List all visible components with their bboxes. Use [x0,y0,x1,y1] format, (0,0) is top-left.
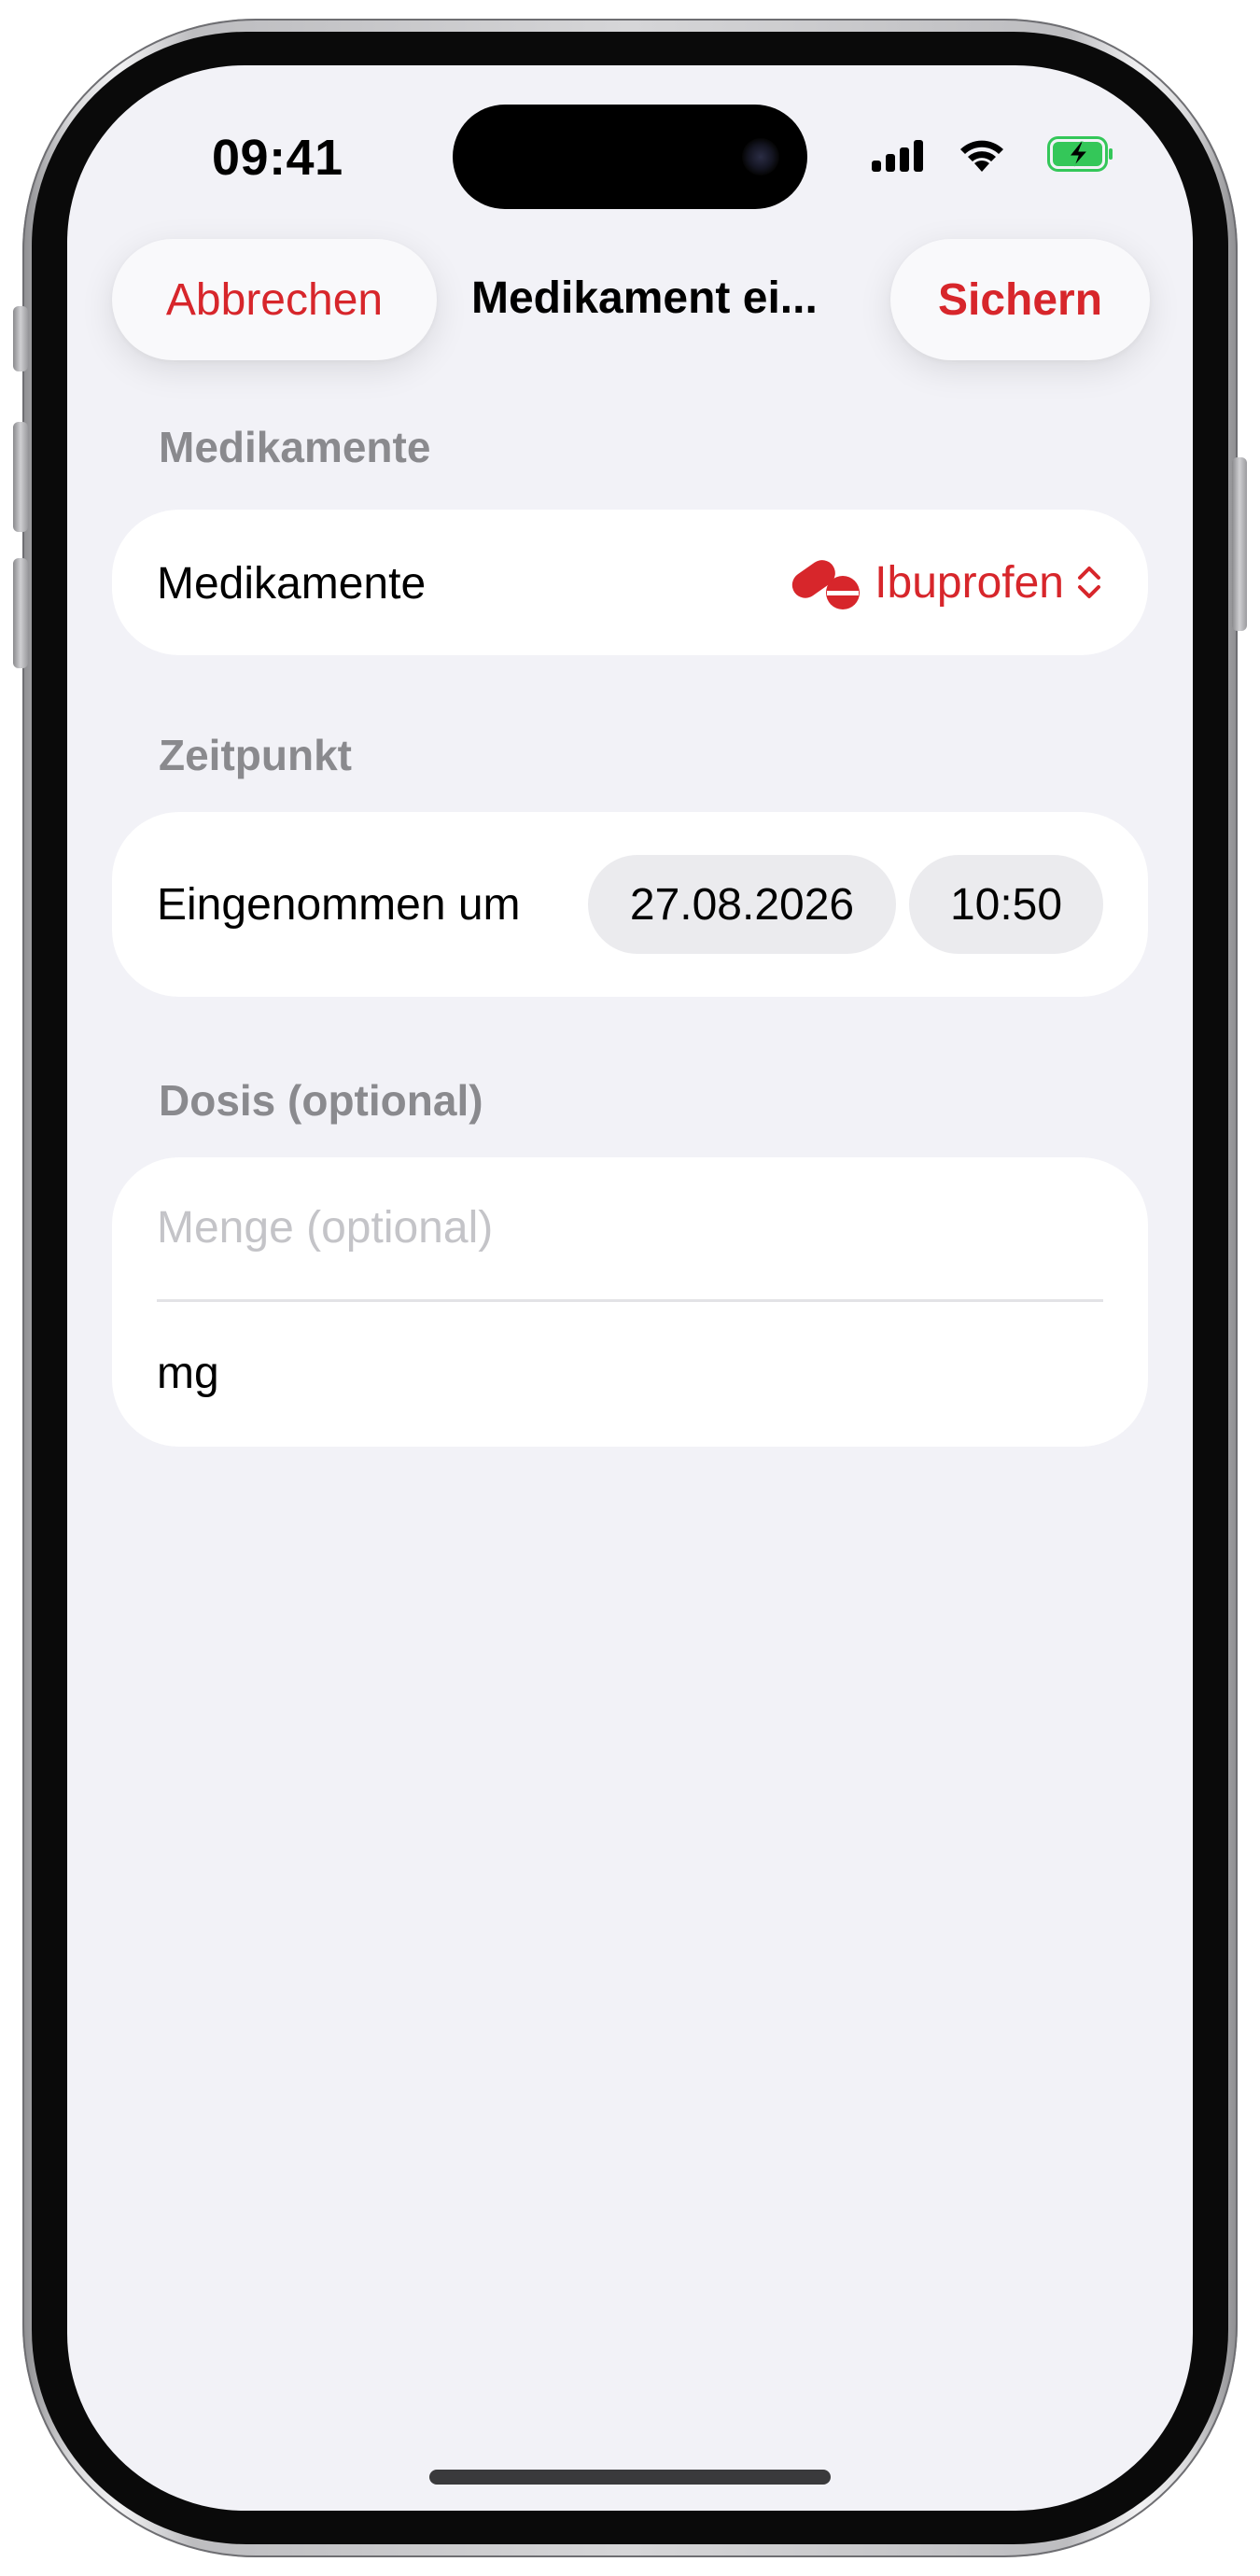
medication-selected-value: Ibuprofen [875,557,1064,608]
status-time: 09:41 [212,130,343,186]
save-button[interactable]: Sichern [890,239,1150,360]
power-button [1232,457,1247,631]
divider [157,1299,1103,1302]
taken-at-label: Eingenommen um [157,880,521,930]
wifi-icon [960,140,1003,172]
section-header-time: Zeitpunkt [159,731,352,779]
device-mockup: 09:41 Abbrechen Medikament ei... Sichern… [0,0,1260,2576]
volume-down-button [13,558,28,668]
save-button-label: Sichern [937,274,1103,325]
section-header-dose: Dosis (optional) [159,1076,483,1125]
medication-picker[interactable]: Ibuprofen [789,510,1103,655]
medication-picker-row[interactable]: Medikamente Ibuprofen [112,510,1148,655]
dose-card: Menge (optional) mg [112,1157,1148,1447]
section-header-medication: Medikamente [159,423,431,471]
date-picker-button[interactable]: 27.08.2026 [588,855,896,954]
medication-row-label: Medikamente [157,559,427,609]
volume-up-button [13,422,28,532]
action-button [13,306,28,371]
unit-field[interactable]: mg [157,1348,219,1399]
amount-input[interactable]: Menge (optional) [157,1202,493,1253]
screen: 09:41 Abbrechen Medikament ei... Sichern… [67,65,1193,2511]
cancel-button[interactable]: Abbrechen [112,239,437,360]
cellular-signal-icon [872,140,928,172]
pills-icon [791,560,861,609]
dynamic-island [453,105,807,209]
time-row: Eingenommen um 27.08.2026 10:50 [112,812,1148,997]
home-indicator[interactable] [429,2470,831,2485]
time-picker-button[interactable]: 10:50 [909,855,1103,954]
battery-charging-icon [1047,136,1113,172]
page-title: Medikament ei... [471,273,818,323]
status-indicators [872,133,1114,179]
chevron-up-down-icon [1078,567,1100,598]
camera-icon [742,138,779,175]
cancel-button-label: Abbrechen [165,274,384,325]
